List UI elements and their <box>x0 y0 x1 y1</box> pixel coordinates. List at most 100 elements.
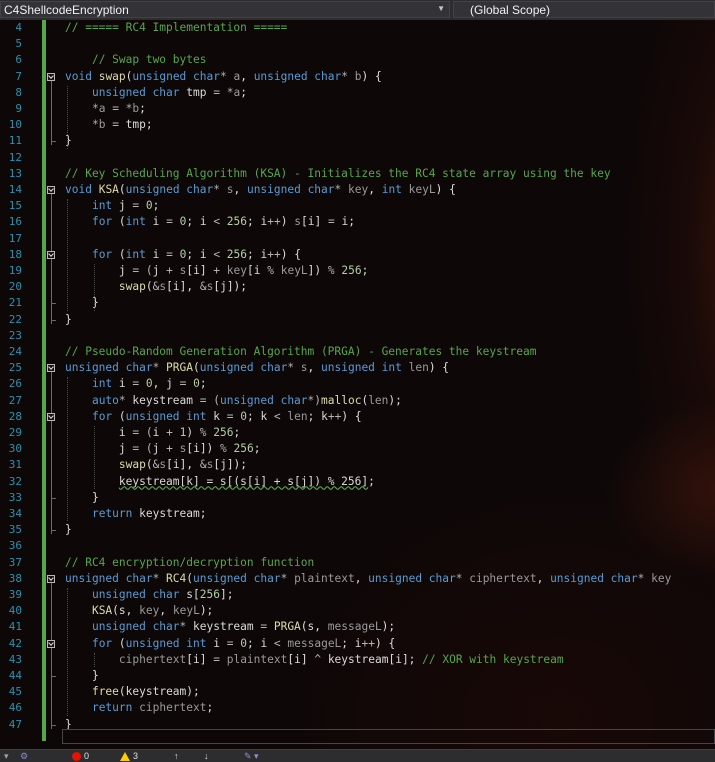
global-scope-label: (Global Scope) <box>470 3 551 17</box>
code-line[interactable]: // Pseudo-Random Generation Algorithm (P… <box>65 344 536 360</box>
operator: = * <box>206 85 234 99</box>
code-line[interactable]: auto* keystream = (unsigned char*)malloc… <box>65 393 402 409</box>
collapse-toggle-icon[interactable] <box>47 639 55 648</box>
file-scope-dropdown[interactable]: C4ShellcodeEncryption ▼ <box>0 1 450 18</box>
identifier: tmp <box>125 118 146 132</box>
punctuation: ); <box>388 393 402 407</box>
code-line[interactable]: } <box>65 668 99 684</box>
code-editor[interactable]: 4 5 6 7 8 9 10 11 12 13 14 15 16 17 18 19 20 21 22 23 24 25 26… <box>0 20 715 749</box>
code-line[interactable]: i = (i + 1) % 256; <box>65 425 240 441</box>
code-line[interactable]: for (unsigned int i = 0; i < messageL; i… <box>65 636 395 652</box>
parameter: messageL <box>327 620 382 634</box>
operator: = <box>159 215 180 229</box>
arrow-down-icon[interactable]: ↓ <box>204 750 209 762</box>
code-line[interactable]: for (int i = 0; i < 256; i++) { <box>65 247 301 263</box>
brush-icon[interactable]: ✎ ▾ <box>244 750 259 762</box>
punctuation: ); <box>199 604 214 618</box>
punctuation: , <box>307 361 322 375</box>
punctuation: , <box>368 183 382 196</box>
punctuation <box>65 475 119 488</box>
code-line[interactable]: swap(&s[i], &s[j]); <box>65 457 247 473</box>
code-line[interactable]: j = (j + s[i] + key[i % keyL]) % 256; <box>65 263 368 279</box>
code-line[interactable]: } <box>65 312 72 328</box>
code-line[interactable]: swap(&s[i], &s[j]); <box>65 279 247 295</box>
function-name: RC4 <box>166 571 187 585</box>
punctuation: ; <box>246 636 261 650</box>
code-line[interactable]: KSA(s, key, keyL); <box>65 603 213 619</box>
punctuation: ) { <box>375 636 396 650</box>
code-line[interactable]: } <box>65 133 72 149</box>
code-line[interactable]: // RC4 encryption/decryption function <box>65 555 314 571</box>
collapse-toggle-icon[interactable] <box>47 412 55 421</box>
keyword: unsigned char <box>193 571 281 585</box>
code-line[interactable]: // Swap two bytes <box>65 52 207 68</box>
parameter: ciphertext <box>139 701 207 715</box>
function-name: swap <box>118 280 146 294</box>
operator: % <box>213 442 234 456</box>
code-line[interactable]: for (unsigned int k = 0; k < len; k++) { <box>65 409 362 425</box>
code-line[interactable]: void KSA(unsigned char* s, unsigned char… <box>65 182 456 198</box>
code-line[interactable]: // Key Scheduling Algorithm (KSA) - Init… <box>65 166 611 182</box>
line-number: 21 <box>8 296 22 310</box>
code-line[interactable]: } <box>65 522 72 538</box>
code-line[interactable]: } <box>65 490 99 506</box>
collapse-toggle-icon[interactable] <box>47 574 55 583</box>
line-number: 37 <box>8 555 22 569</box>
code-line[interactable]: for (int i = 0; i < 256; i++) s[i] = i; <box>65 214 355 230</box>
operator: * <box>280 571 295 585</box>
collapse-toggle-icon[interactable] <box>47 72 55 81</box>
keyword: void <box>65 69 92 83</box>
line-number: 29 <box>8 426 22 439</box>
collapse-toggle-icon[interactable] <box>47 186 55 194</box>
operator: * <box>91 118 99 132</box>
punctuation: [ <box>166 458 173 472</box>
code-line[interactable]: int j = 0; <box>65 198 159 214</box>
collapse-toggle-icon[interactable] <box>47 364 55 373</box>
operator: * <box>152 571 167 585</box>
parameter: keyL <box>280 264 308 277</box>
code-line[interactable]: *a = *b; <box>65 101 146 117</box>
punctuation: ( <box>112 215 126 229</box>
operator: = <box>219 636 241 650</box>
function-name: KSA <box>98 183 119 196</box>
global-scope-dropdown[interactable]: (Global Scope) <box>453 1 715 18</box>
arrow-down-icon[interactable]: ▾ <box>4 750 9 762</box>
keyword: return <box>91 701 133 715</box>
operator: = <box>125 377 146 391</box>
punctuation: ; <box>307 409 322 423</box>
keyword: unsigned char <box>219 393 308 407</box>
code-line[interactable]: free(keystream); <box>65 684 200 700</box>
code-line[interactable]: return ciphertext; <box>65 700 213 716</box>
line-number: 24 <box>8 345 22 358</box>
collapse-toggle-icon[interactable] <box>47 250 55 259</box>
operator: + <box>206 264 227 277</box>
punctuation: ]); <box>226 458 248 472</box>
identifier: j <box>118 442 126 456</box>
code-line[interactable]: int i = 0, j = 0; <box>65 376 207 392</box>
line-number: 42 <box>8 636 22 650</box>
code-line[interactable]: *b = tmp; <box>65 117 153 133</box>
function-name: PRGA <box>273 620 301 634</box>
keyword: unsigned char <box>65 571 153 585</box>
punctuation <box>65 653 119 666</box>
punctuation <box>65 410 92 423</box>
code-line[interactable]: unsigned char s[256]; <box>65 587 234 603</box>
code-line[interactable]: // ===== RC4 Implementation ===== <box>65 20 287 36</box>
code-line[interactable]: keystream[k] = s[(s[i] + s[j]) % 256]; <box>65 474 375 490</box>
code-line[interactable]: return keystream; <box>65 506 207 522</box>
code-line[interactable]: ciphertext[i] = plaintext[i] ^ keystream… <box>65 652 564 668</box>
punctuation <box>65 394 92 407</box>
parameter: len <box>368 393 389 407</box>
warning-count[interactable]: 3 <box>120 750 138 762</box>
brush-icon[interactable]: ⚙ <box>20 750 28 762</box>
error-count[interactable]: 0 <box>72 750 89 762</box>
identifier: i <box>199 215 207 229</box>
code-line[interactable]: void swap(unsigned char* a, unsigned cha… <box>65 69 382 85</box>
arrow-up-icon[interactable]: ↑ <box>174 750 179 762</box>
status-bar: ▾ ⚙ 0 3 ↑ ↓ ✎ ▾ <box>0 749 715 762</box>
code-line[interactable]: unsigned char* PRGA(unsigned char* s, un… <box>65 360 449 376</box>
code-line[interactable]: unsigned char tmp = *a; <box>65 85 247 101</box>
code-line[interactable]: unsigned char* RC4(unsigned char* plaint… <box>65 571 671 587</box>
operator: * <box>455 571 470 585</box>
code-line[interactable]: unsigned char* keystream = PRGA(s, messa… <box>65 619 395 635</box>
